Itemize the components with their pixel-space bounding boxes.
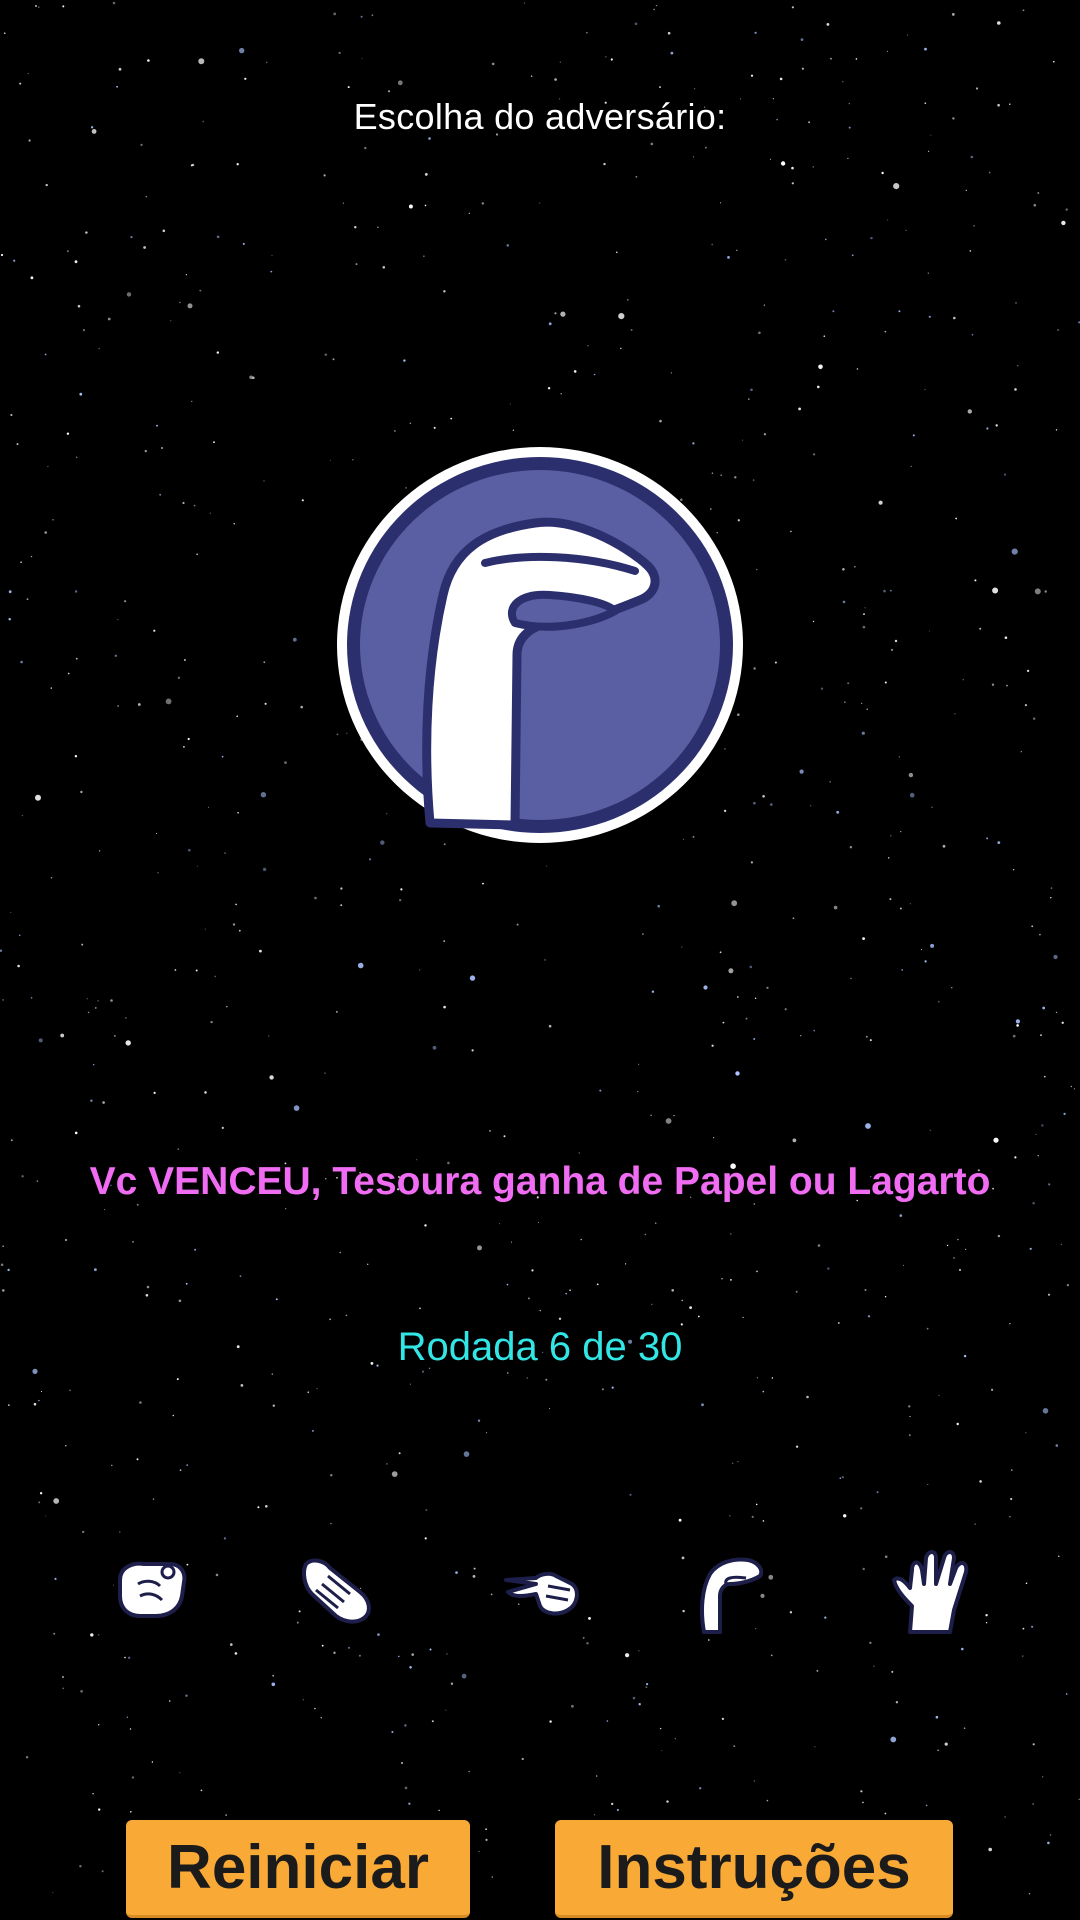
choice-lizard-button[interactable] (690, 1550, 774, 1634)
instructions-button[interactable]: Instruções (555, 1820, 953, 1918)
paper-hand-icon (302, 1558, 371, 1624)
opponent-choice-label: Escolha do adversário: (353, 96, 727, 137)
restart-button[interactable]: Reiniciar (126, 1820, 470, 1918)
lizard-hand-icon (700, 1557, 764, 1634)
choice-paper-button[interactable] (298, 1550, 382, 1634)
round-result-text: Vc VENCEU, Tesoura ganha de Papel ou Lag… (89, 1160, 991, 1203)
choice-spock-button[interactable] (890, 1550, 974, 1634)
scissors-hand-icon (504, 1571, 579, 1616)
lizard-hand-icon (337, 447, 743, 843)
opponent-choice-badge (335, 445, 745, 845)
round-counter: Rodada 6 de 30 (397, 1325, 683, 1369)
spock-hand-icon (892, 1550, 969, 1634)
game-screen: Escolha do adversário: Vc VENCEU, Tesour… (0, 0, 1080, 1920)
rock-fist-icon (118, 1561, 187, 1618)
choice-rock-button[interactable] (110, 1550, 194, 1634)
choice-scissors-button[interactable] (500, 1550, 584, 1634)
player-choices-bar (0, 1550, 1080, 1634)
